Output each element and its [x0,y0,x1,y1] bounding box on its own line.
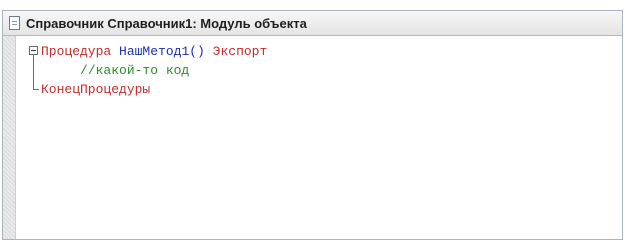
end-procedure-keyword: КонецПроцедуры [41,82,151,97]
editor-gutter [3,36,16,239]
module-editor-window: Справочник Справочник1: Модуль объекта П… [2,10,623,240]
title-bar: Справочник Справочник1: Модуль объекта [3,11,622,36]
code-line-1[interactable]: Процедура НашМетод1() Экспорт [41,42,267,61]
code-line-2[interactable]: //какой-то код [41,61,189,80]
fold-guide-line [33,55,34,90]
export-keyword: Экспорт [212,44,268,59]
code-line-3[interactable]: КонецПроцедуры [41,80,150,99]
code-comment: //какой-то код [80,63,190,78]
window-title: Справочник Справочник1: Модуль объекта [26,15,307,31]
document-icon [9,16,20,30]
procedure-keyword: Процедура [41,44,112,59]
procedure-name: НашМетод1() [119,44,205,59]
fold-guide-end [33,89,39,90]
collapse-icon[interactable] [29,46,38,55]
code-editor[interactable]: Процедура НашМетод1() Экспорт //какой-то… [16,36,622,239]
